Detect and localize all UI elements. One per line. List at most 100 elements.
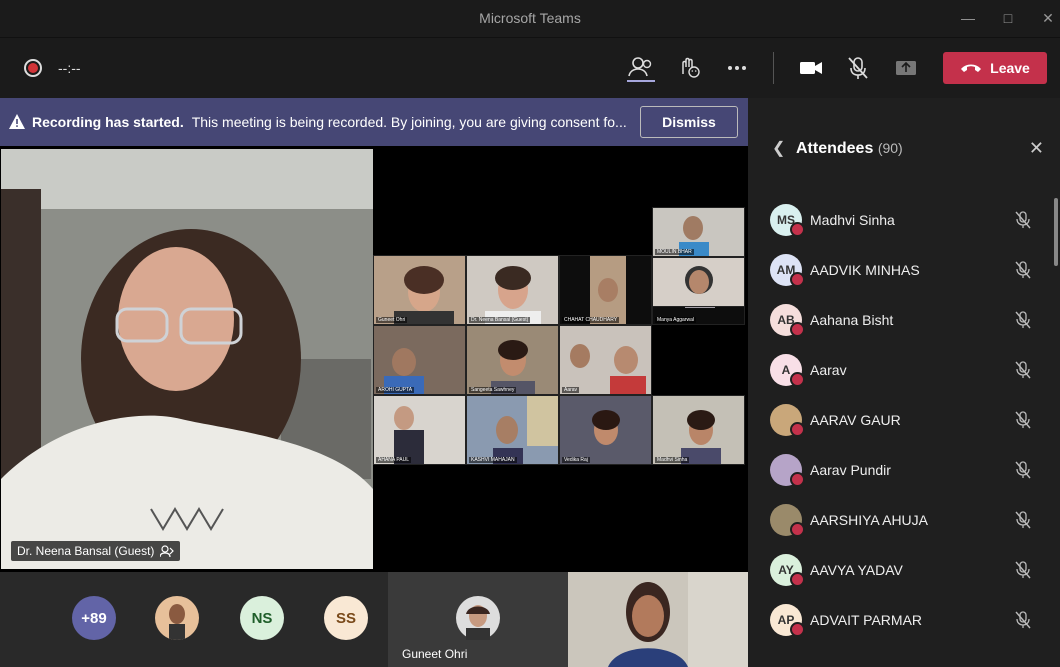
tile-image <box>384 348 424 394</box>
attendee-name: Aarav <box>810 362 847 378</box>
leave-button[interactable]: Leave <box>943 52 1047 84</box>
avatar <box>456 596 500 640</box>
avatar <box>770 504 805 537</box>
attendee-row[interactable]: AY AAVYA YADAV <box>748 546 1060 596</box>
microphone-muted-icon <box>1015 361 1031 379</box>
toolbar-divider <box>773 52 774 84</box>
attendees-count: (90) <box>877 140 903 156</box>
tile-image <box>491 340 535 394</box>
avatar: AM <box>770 254 805 287</box>
attendee-name: ADVAIT PARMAR <box>810 612 923 628</box>
warning-icon <box>9 114 25 129</box>
avatar <box>770 404 805 437</box>
hang-up-icon <box>961 64 982 72</box>
tile-label: Aarav <box>562 387 580 393</box>
gallery-tile: CHAHAT CHAUDHARY <box>559 255 652 325</box>
tile-label: Guneet Ohri <box>376 317 408 323</box>
share-screen-icon[interactable] <box>891 54 921 82</box>
main-speaker-video[interactable]: Dr. Neena Bansal (Guest) <box>1 149 373 569</box>
participants-icon[interactable] <box>626 54 656 82</box>
reactions-icon[interactable] <box>674 54 704 82</box>
attendee-row[interactable]: AB Aahana Bisht <box>748 296 1060 346</box>
attendee-name: AARSHIYA AHUJA <box>810 512 929 528</box>
title-bar: Microsoft Teams — □ ✕ <box>0 0 1060 38</box>
attendees-panel: ❮ Attendees (90) ✕ MS Madhvi Sinha AM AA… <box>748 98 1060 667</box>
microphone-muted-icon <box>1015 461 1031 479</box>
recording-icon <box>24 59 42 77</box>
gallery-tile: AHANA PAUL <box>373 395 466 465</box>
tile-image <box>590 256 626 324</box>
tile-image <box>493 396 558 464</box>
meeting-stage: Recording has started. This meeting is b… <box>0 98 748 667</box>
avatar-initials[interactable]: SS <box>324 596 368 640</box>
attendee-name: Aahana Bisht <box>810 312 894 328</box>
more-participants-badge[interactable]: +89 <box>72 596 116 640</box>
microphone-muted-icon[interactable] <box>843 54 873 82</box>
tile-label: Dr. Neena Bansal (Guest) <box>469 317 531 323</box>
attendees-title-text: Attendees <box>796 140 874 157</box>
microphone-muted-icon <box>1015 261 1031 279</box>
close-window-button[interactable]: ✕ <box>1038 8 1058 28</box>
tile-image <box>394 266 454 324</box>
attendee-row[interactable]: AARAV GAUR <box>748 396 1060 446</box>
close-panel-icon[interactable]: ✕ <box>1029 138 1044 159</box>
tile-label: AHANA PAUL <box>376 457 412 463</box>
avatar: MS <box>770 204 805 237</box>
banner-title: Recording has started. <box>32 114 184 130</box>
gallery-tile: Vedika Raj <box>559 395 652 465</box>
attendee-name: AADVIK MINHAS <box>810 262 920 278</box>
avatar[interactable] <box>155 596 199 640</box>
microphone-muted-icon <box>1015 411 1031 429</box>
attendees-header: ❮ Attendees (90) ✕ <box>748 98 1060 198</box>
attendees-title: Attendees (90) <box>796 140 903 158</box>
tile-label: CHAHAT CHAUDHARY <box>562 317 620 323</box>
microphone-muted-icon <box>1015 211 1031 229</box>
guest-icon <box>160 545 175 557</box>
attendee-row[interactable]: Aarav Pundir <box>748 446 1060 496</box>
leave-label: Leave <box>990 60 1030 76</box>
gallery-tile: Guneet Ohri <box>373 255 466 325</box>
speaker-nameplate: Dr. Neena Bansal (Guest) <box>11 541 181 561</box>
tile-label: Vedika Raj <box>562 457 590 463</box>
recording-banner: Recording has started. This meeting is b… <box>0 98 748 146</box>
dismiss-button[interactable]: Dismiss <box>640 106 738 138</box>
camera-icon[interactable] <box>796 54 826 82</box>
self-video[interactable] <box>568 572 748 667</box>
gallery-tile: Aarav <box>559 325 652 395</box>
tile-image <box>394 406 424 464</box>
tile-image <box>681 410 721 464</box>
minimize-button[interactable]: — <box>958 8 978 28</box>
attendee-row[interactable]: MS Madhvi Sinha <box>748 196 1060 246</box>
attendee-row[interactable]: AP ADVAIT PARMAR <box>748 596 1060 646</box>
attendee-name: Aarav Pundir <box>810 462 891 478</box>
gallery-tile: Madhvi Sinha <box>652 395 745 465</box>
avatar: AB <box>770 304 805 337</box>
meeting-toolbar: --:-- Leave <box>0 38 1060 98</box>
avatar <box>770 454 805 487</box>
participant-name: Guneet Ohri <box>402 647 468 661</box>
attendee-row[interactable]: AM AADVIK MINHAS <box>748 246 1060 296</box>
avatar: AP <box>770 604 805 637</box>
tile-label: Madhvi Sinha <box>655 457 690 463</box>
microphone-muted-icon <box>1015 511 1031 529</box>
attendee-name: Madhvi Sinha <box>810 212 895 228</box>
shared-screen[interactable]: Guneet Ohri Dr. Neena Bansal (Guest) CHA… <box>373 149 746 569</box>
avatar-initials[interactable]: NS <box>240 596 284 640</box>
speaker-name: Dr. Neena Bansal (Guest) <box>17 544 155 558</box>
attendee-row[interactable]: A Aarav <box>748 346 1060 396</box>
more-options-icon[interactable] <box>722 54 752 82</box>
back-chevron-icon[interactable]: ❮ <box>772 138 785 158</box>
tile-label: MOULIN BHAR <box>655 249 694 255</box>
tile-image <box>485 266 541 324</box>
pinned-participant-tile[interactable]: Guneet Ohri <box>388 572 568 667</box>
window-title: Microsoft Teams <box>479 10 581 26</box>
tile-label: AROHI GUPTA <box>376 387 415 393</box>
tile-label: KASHVI MAHAJAN <box>469 457 517 463</box>
maximize-button[interactable]: □ <box>998 8 1018 28</box>
gallery-tile: AROHI GUPTA <box>373 325 466 395</box>
banner-message: This meeting is being recorded. By joini… <box>191 114 627 130</box>
gallery-tile: Dr. Neena Bansal (Guest) <box>466 255 559 325</box>
attendee-row[interactable]: AARSHIYA AHUJA <box>748 496 1060 546</box>
tile-image <box>685 266 713 294</box>
tile-label: Sangeeta Sawhney <box>469 387 517 393</box>
